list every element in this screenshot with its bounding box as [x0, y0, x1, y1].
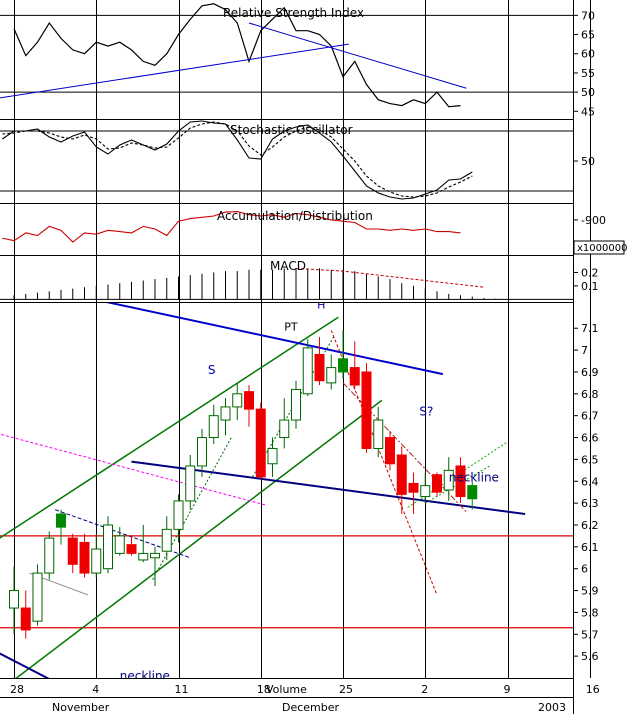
candle-body [420, 485, 431, 498]
candle-body [338, 358, 348, 373]
y-tick-label: 6.7 [581, 410, 599, 423]
macd-title: MACD [270, 259, 306, 273]
y-tick-label: 0.1 [581, 280, 599, 293]
y-tick-label: 6.4 [581, 475, 599, 488]
y-tick-label: 7 [581, 344, 588, 357]
candle-body [20, 607, 31, 631]
y-tick-label: 45 [581, 105, 595, 118]
x-tick-label: 28 [10, 683, 24, 696]
candle-body [279, 419, 290, 439]
annotation-label: neckline [449, 470, 499, 484]
y-tick-label: 6.8 [581, 388, 599, 401]
candle-body [126, 544, 137, 554]
y-tick-label: 7.1 [581, 322, 599, 335]
month-label: December [282, 701, 340, 714]
x-tick-label: 2 [421, 683, 428, 696]
technical-chart: SPTHS?necklineneckline 70656055504550-90… [0, 0, 627, 714]
y-tick-label: 50 [581, 155, 595, 168]
candle-body [173, 500, 184, 530]
candle-body [349, 367, 360, 386]
y-tick-label: 65 [581, 29, 595, 42]
candle-body [432, 474, 442, 493]
rsi-title: Relative Strength Index [223, 6, 364, 20]
annotation-label: S [208, 363, 216, 377]
ad-unit-box: x1000000 [573, 240, 627, 255]
ad-title: Accumulation/Distribution [217, 209, 373, 223]
candle-body [44, 537, 55, 574]
y-tick-label: 60 [581, 48, 595, 61]
candle-body [103, 524, 113, 570]
candle-body [197, 437, 207, 467]
y-tick-label: 50 [581, 86, 595, 99]
x-tick-label: 25 [339, 683, 353, 696]
panel-frames [0, 0, 573, 678]
x-tick-label: 11 [175, 683, 189, 696]
y-tick-label: 6 [581, 563, 588, 576]
y-tick-label: 6.9 [581, 366, 599, 379]
volume-label: Volume [266, 683, 307, 696]
y-tick-label: 5.9 [581, 585, 599, 598]
candle-body [408, 482, 419, 493]
candle-body [314, 353, 325, 382]
candle-body [232, 393, 243, 408]
y-tick-label: 55 [581, 67, 595, 80]
x-tick-label: 4 [92, 683, 99, 696]
y-axis-labels: 70656055504550-900-10000.20.17.176.96.86… [573, 9, 613, 663]
y-tick-label: 5.8 [581, 606, 599, 619]
candle-body [302, 347, 313, 395]
candle-body [326, 367, 337, 384]
y-tick-label: 6.3 [581, 497, 599, 510]
candle-body [255, 408, 266, 478]
candle-body [373, 419, 384, 449]
candle-body [79, 541, 90, 574]
candle-body [291, 388, 301, 421]
candle-body [267, 447, 278, 465]
candle-body [114, 535, 125, 554]
candle-body [150, 552, 160, 559]
y-tick-label: 70 [581, 9, 595, 22]
annotation-label: PT [284, 320, 298, 333]
candle-body [32, 572, 43, 622]
candle-body [244, 391, 254, 410]
x-tick-label: 9 [504, 683, 511, 696]
candle-body [9, 590, 19, 609]
annotation-label: S? [419, 405, 433, 419]
month-label: 2003 [538, 701, 566, 714]
candle-body [91, 548, 102, 574]
candle-body [361, 371, 372, 449]
y-tick-label: 6.1 [581, 541, 599, 554]
y-tick-label: 0.2 [581, 266, 599, 279]
candle-body [220, 406, 231, 421]
y-tick-label: 5.7 [581, 628, 599, 641]
y-tick-label: 6.6 [581, 432, 599, 445]
annotation-label: neckline [120, 669, 170, 683]
y-tick-label: 6.2 [581, 519, 599, 532]
candle-body [161, 528, 172, 552]
stochastic-title: Stochastic Oscillator [230, 123, 353, 137]
candle-body [385, 437, 395, 465]
candle-body [185, 465, 196, 502]
y-tick-label: 5.6 [581, 650, 599, 663]
candle-body [56, 513, 66, 528]
candle-body [208, 415, 219, 439]
month-label: November [52, 701, 110, 714]
x-tick-label: 16 [586, 683, 600, 696]
candle-body [138, 552, 149, 561]
candle-body [67, 537, 78, 565]
y-tick-label: -900 [581, 214, 606, 227]
x-axis: 284111825291623306VolumeNovemberDecember… [10, 683, 600, 714]
y-tick-label: 6.5 [581, 453, 599, 466]
candle-body [467, 485, 478, 500]
candle-body [396, 454, 407, 495]
ad-unit-label: x1000000 [577, 243, 627, 254]
